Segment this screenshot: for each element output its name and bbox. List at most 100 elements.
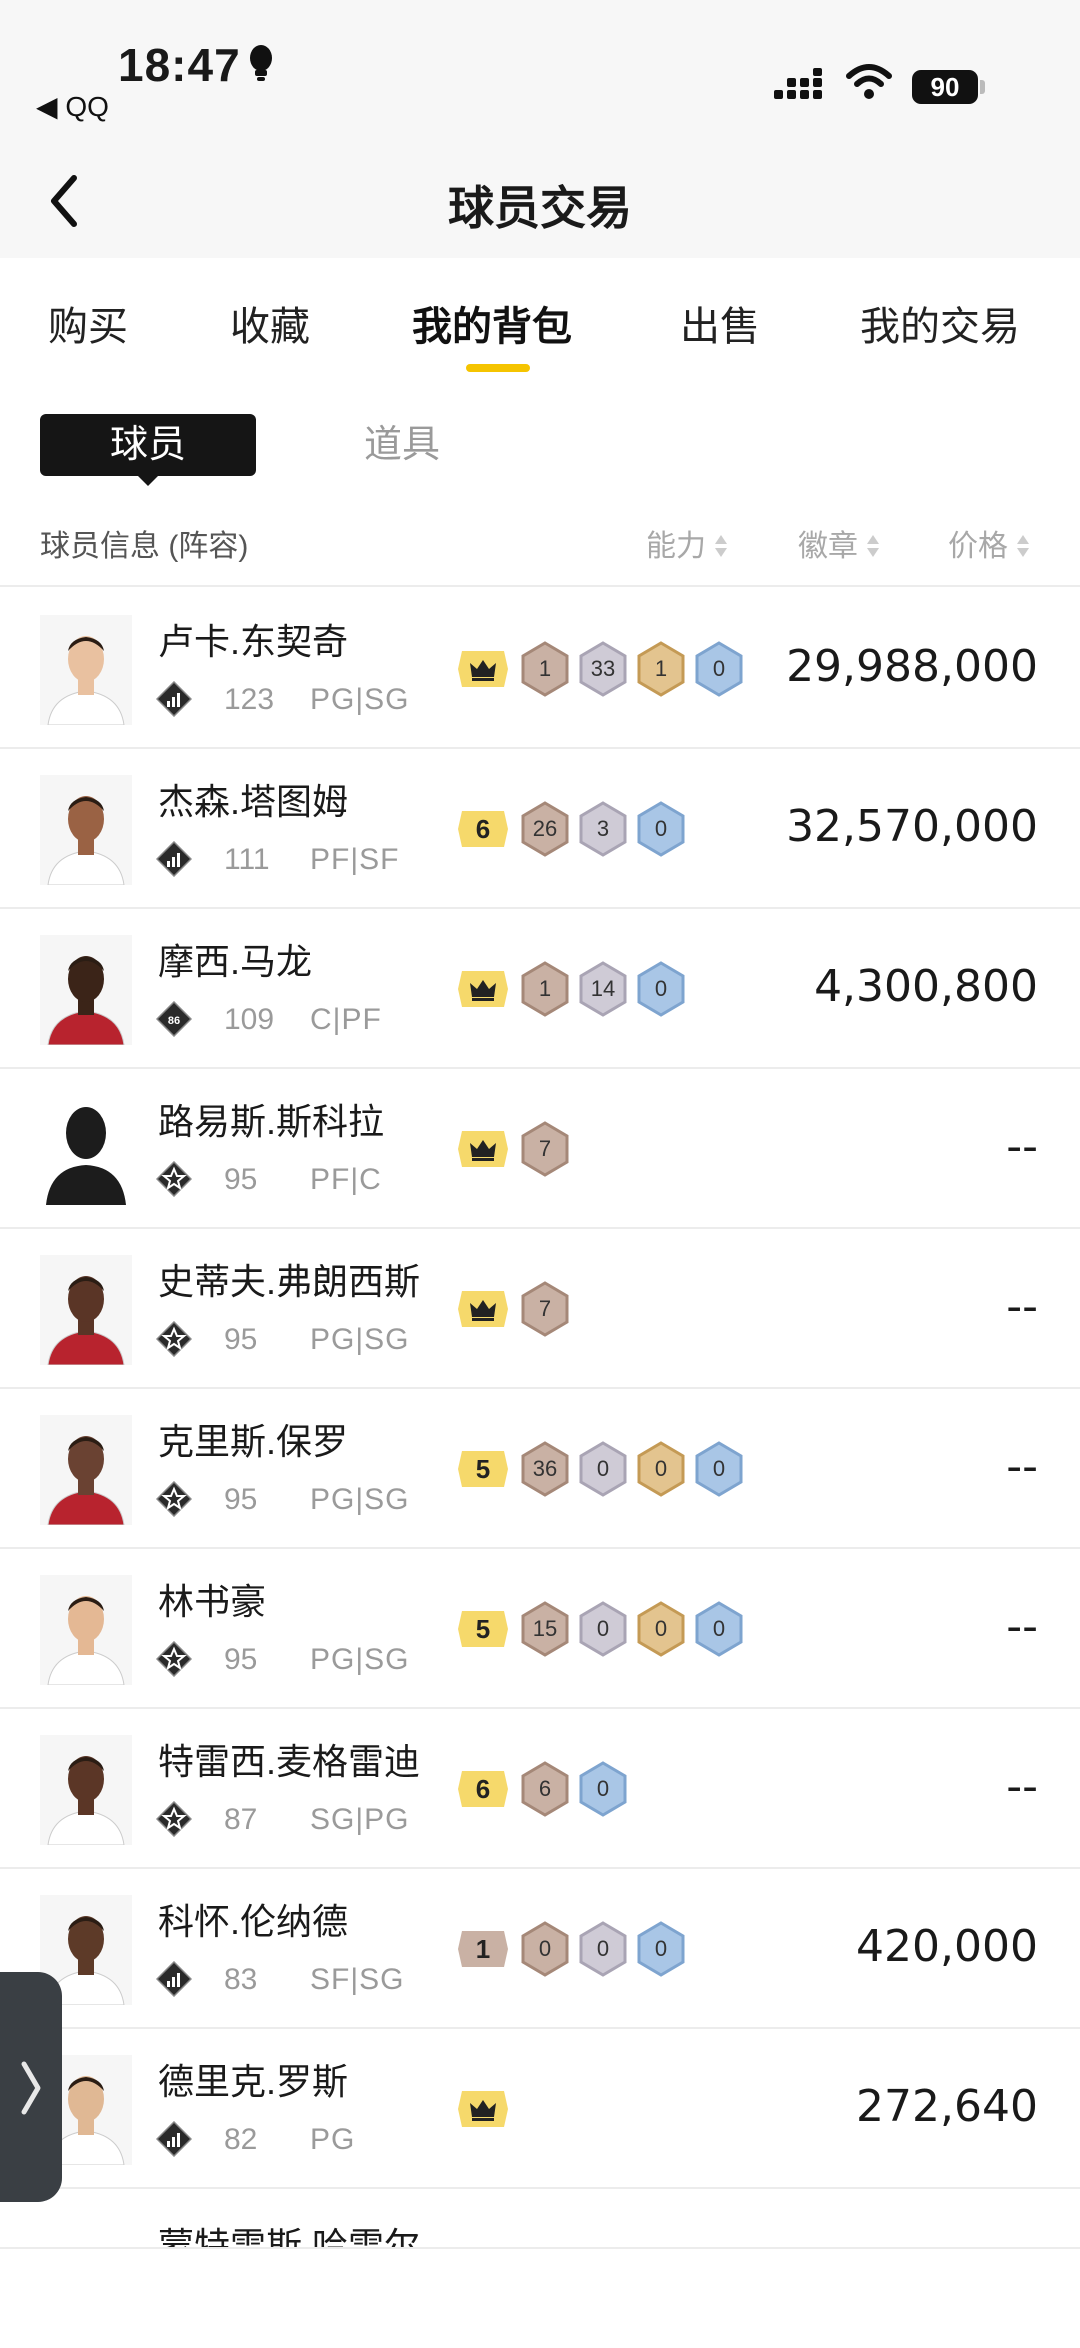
badge-count: 1 bbox=[654, 656, 668, 681]
sort-arrows-icon bbox=[867, 535, 879, 558]
badge-count-hexagon: 0 bbox=[636, 1601, 686, 1657]
badge-group: 7 bbox=[458, 1119, 578, 1179]
column-header: 球员信息 (阵容) 能力 徽章 价格 bbox=[0, 505, 1080, 587]
badge-count-hexagon: 0 bbox=[636, 961, 686, 1017]
back-to-app-link[interactable]: ◀ QQ bbox=[36, 90, 109, 123]
player-row[interactable]: 克里斯.保罗 95 PG|SG 5 36 0 0 0 -- bbox=[0, 1389, 1080, 1549]
player-overall: 109 bbox=[224, 1003, 275, 1036]
sort-price[interactable]: 价格 bbox=[948, 521, 1030, 565]
badge-count-hexagon: 0 bbox=[694, 1601, 744, 1657]
player-positions: PG bbox=[310, 2123, 356, 2156]
badge-count-hexagon: 1 bbox=[520, 961, 570, 1017]
sub-tab-players[interactable]: 球员 bbox=[40, 414, 256, 476]
player-row[interactable]: 科怀.伦纳德 83 SF|SG 1 0 0 0 420,000 bbox=[0, 1869, 1080, 2029]
player-name: 林书豪 bbox=[158, 1581, 267, 1622]
player-row[interactable]: 特雷西.麦格雷迪 87 SG|PG 6 6 0 -- bbox=[0, 1709, 1080, 1869]
badge-count: 0 bbox=[654, 1936, 668, 1961]
sub-tab-pointer bbox=[136, 474, 160, 486]
badge-count-hexagon: 0 bbox=[578, 1761, 628, 1817]
sort-badges-label: 徽章 bbox=[798, 530, 858, 563]
status-time: 18:47 bbox=[118, 39, 241, 91]
player-positions: PG|SG bbox=[310, 683, 410, 716]
tab-buy[interactable]: 购买 bbox=[48, 294, 128, 352]
badge-count: 0 bbox=[712, 656, 726, 681]
badge-count-hexagon: 36 bbox=[520, 1441, 570, 1497]
badge-count: 0 bbox=[654, 1616, 668, 1641]
badge-count-hexagon: 0 bbox=[578, 1921, 628, 1977]
page-title: 球员交易 bbox=[448, 182, 632, 234]
side-drawer-handle[interactable] bbox=[0, 1972, 62, 2202]
sort-arrows-icon bbox=[1017, 535, 1029, 558]
sort-badges[interactable]: 徽章 bbox=[798, 521, 880, 565]
tab-my-trades[interactable]: 我的交易 bbox=[860, 294, 1020, 352]
level-value: 6 bbox=[475, 814, 491, 844]
player-avatar bbox=[40, 1575, 132, 1686]
sub-tab-items[interactable]: 道具 bbox=[364, 414, 440, 476]
crown-level-icon bbox=[458, 1291, 508, 1327]
badge-count: 3 bbox=[596, 816, 610, 841]
tab-sell[interactable]: 出售 bbox=[680, 294, 760, 352]
player-name: 德里克.罗斯 bbox=[158, 2061, 349, 2102]
badge-count-hexagon: 0 bbox=[694, 641, 744, 697]
player-price: -- bbox=[1006, 1601, 1038, 1652]
level-badge: 1 bbox=[458, 1931, 508, 1967]
active-tab-indicator bbox=[466, 364, 530, 372]
player-price: -- bbox=[1006, 1761, 1038, 1812]
column-player-info: 球员信息 (阵容) bbox=[40, 530, 249, 563]
badge-count-hexagon: 1 bbox=[520, 641, 570, 697]
player-avatar bbox=[40, 1735, 132, 1846]
badge-count: 0 bbox=[538, 1936, 552, 1961]
badge-count: 33 bbox=[590, 656, 616, 681]
badge-count: 0 bbox=[596, 1616, 610, 1641]
avatar bbox=[40, 1095, 132, 1205]
tier-badge-icon bbox=[155, 1320, 193, 1358]
player-price: 272,640 bbox=[856, 2081, 1038, 2132]
player-row[interactable]: 蒙特雷斯.哈雷尔 bbox=[0, 2189, 1080, 2249]
badge-count: 1 bbox=[538, 976, 552, 1001]
crown-level-icon bbox=[458, 2091, 508, 2127]
tab-favorites[interactable]: 收藏 bbox=[230, 294, 310, 352]
tier-badge-icon bbox=[155, 1160, 193, 1198]
badge-group: 5 36 0 0 0 bbox=[458, 1439, 752, 1499]
badge-count: 15 bbox=[532, 1616, 558, 1641]
tab-my-backpack[interactable]: 我的背包 bbox=[412, 294, 572, 352]
badge-count: 0 bbox=[712, 1456, 726, 1481]
tab-bar: 购买 收藏 我的背包 出售 我的交易 bbox=[0, 258, 1080, 388]
badge-count-hexagon: 26 bbox=[520, 801, 570, 857]
player-overall: 95 bbox=[224, 1643, 258, 1676]
player-row[interactable]: 德里克.罗斯 82 PG 272,640 bbox=[0, 2029, 1080, 2189]
badge-count-hexagon: 0 bbox=[578, 1441, 628, 1497]
level-value: 1 bbox=[475, 1934, 491, 1964]
tier-badge-icon bbox=[155, 1640, 193, 1678]
badge-count-hexagon: 6 bbox=[520, 1761, 570, 1817]
nav-header: 球员交易 bbox=[0, 150, 1080, 258]
player-row[interactable]: 史蒂夫.弗朗西斯 95 PG|SG 7 -- bbox=[0, 1229, 1080, 1389]
player-row[interactable]: 杰森.塔图姆 111 PF|SF 6 26 3 0 32,570,000 bbox=[0, 749, 1080, 909]
player-row[interactable]: 卢卡.东契奇 123 PG|SG 1 33 1 0 29,988,000 bbox=[0, 589, 1080, 749]
badge-count: 7 bbox=[538, 1296, 552, 1321]
player-positions: SF|SG bbox=[310, 1963, 405, 1996]
player-positions: SG|PG bbox=[310, 1803, 410, 1836]
tier-badge-icon: 86 bbox=[155, 1000, 193, 1038]
badge-count: 14 bbox=[590, 976, 616, 1001]
player-row[interactable]: 路易斯.斯科拉 95 PF|C 7 -- bbox=[0, 1069, 1080, 1229]
badge-count-hexagon: 0 bbox=[578, 1601, 628, 1657]
avatar bbox=[40, 775, 132, 886]
crown-level-icon bbox=[458, 1131, 508, 1167]
player-row[interactable]: 林书豪 95 PG|SG 5 15 0 0 0 -- bbox=[0, 1549, 1080, 1709]
tier-badge-icon bbox=[155, 680, 193, 718]
player-name: 卢卡.东契奇 bbox=[158, 621, 349, 662]
player-name: 路易斯.斯科拉 bbox=[158, 1101, 385, 1142]
badge-count-hexagon: 14 bbox=[578, 961, 628, 1017]
sort-ability[interactable]: 能力 bbox=[646, 521, 728, 565]
level-badge: 5 bbox=[458, 1611, 508, 1647]
player-row[interactable]: 摩西.马龙 86 109 C|PF 1 14 0 4,300,800 bbox=[0, 909, 1080, 1069]
avatar bbox=[40, 1575, 132, 1686]
tier-badge-icon bbox=[155, 1800, 193, 1838]
badge-count: 26 bbox=[532, 816, 558, 841]
player-avatar-placeholder bbox=[46, 1107, 126, 1205]
badge-count: 36 bbox=[532, 1456, 558, 1481]
badge-group: 1 33 1 0 bbox=[458, 639, 752, 699]
svg-text:86: 86 bbox=[168, 1015, 180, 1027]
avatar bbox=[40, 1735, 132, 1846]
